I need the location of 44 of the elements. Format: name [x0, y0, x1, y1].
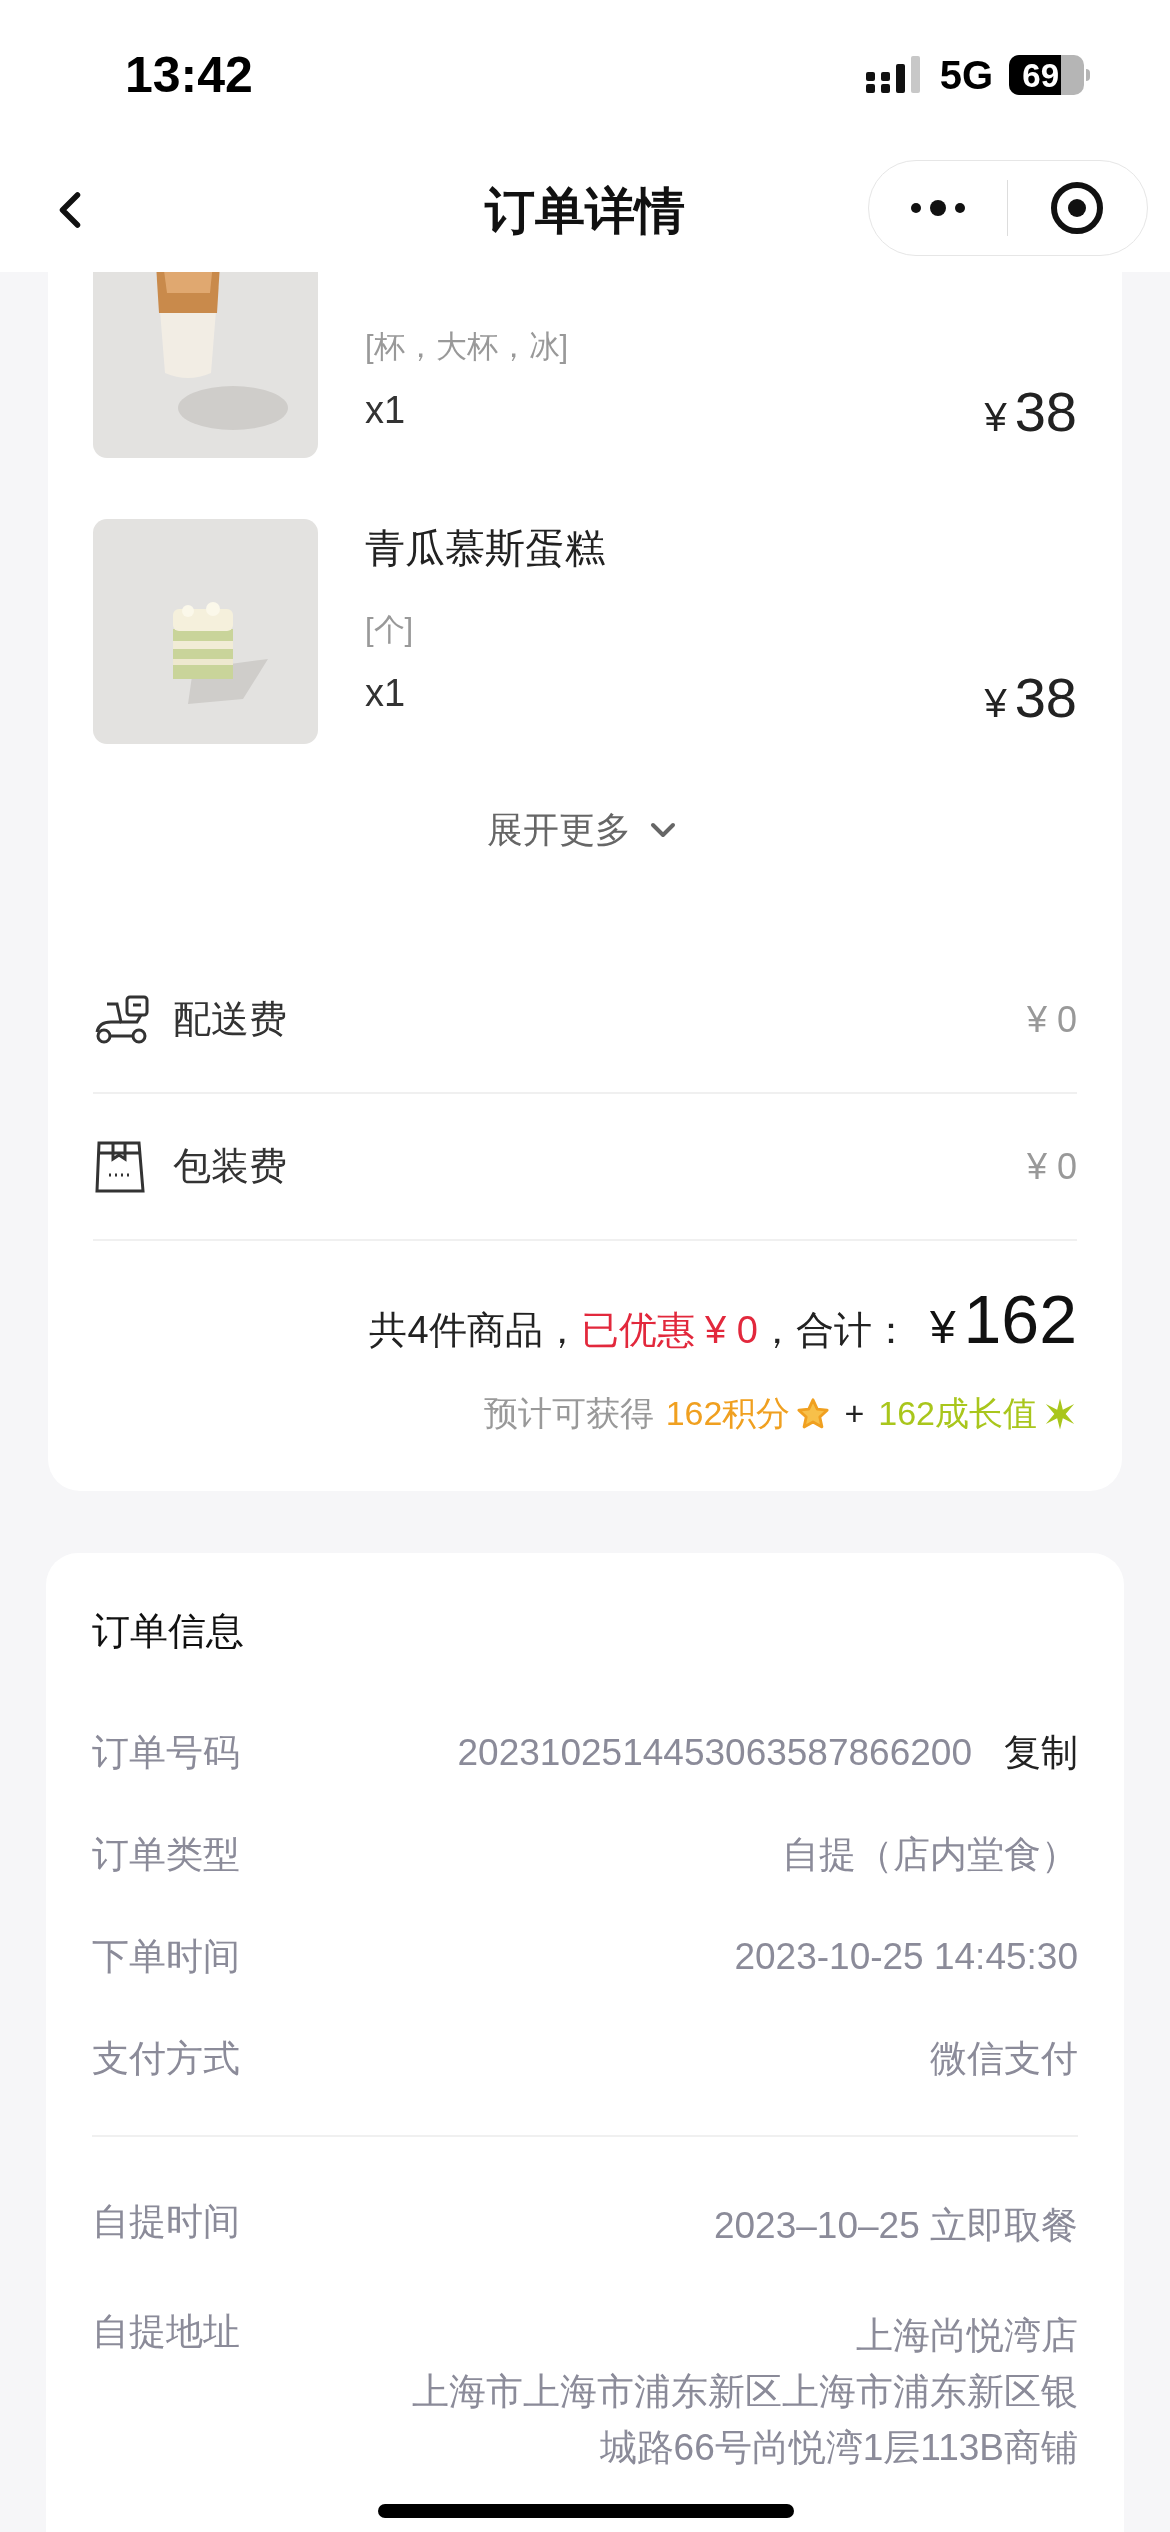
- network-label: 5G: [939, 52, 993, 99]
- product-name: 青瓜慕斯蛋糕: [365, 525, 605, 572]
- product-price: ¥38: [984, 379, 1077, 445]
- copy-button[interactable]: 复制: [1004, 1725, 1078, 1781]
- more-icon: [909, 198, 967, 218]
- product-spec: [个]: [365, 611, 415, 649]
- growth-text: 162成长值: [878, 1393, 1037, 1434]
- star-icon: [796, 1396, 831, 1431]
- rewards-prefix: 预计可获得: [483, 1393, 654, 1434]
- fee-amount: ¥ 0: [1026, 1144, 1077, 1189]
- product-spec: [杯，大杯，冰]: [365, 328, 569, 366]
- info-value: 自提（店内堂食）: [782, 1833, 1078, 1878]
- fee-amount: ¥ 0: [1026, 997, 1077, 1042]
- fee-label: 包装费: [173, 1144, 287, 1189]
- item-count-text: 共4件商品，: [369, 1308, 581, 1353]
- scooter-icon: [93, 993, 151, 1046]
- expand-more-button[interactable]: 展开更多: [487, 806, 683, 854]
- info-value: 2023-10-25 14:45:30: [734, 1935, 1078, 1980]
- discount-text: 已优惠 ¥ 0: [580, 1308, 758, 1353]
- info-label: 自提时间: [92, 2200, 240, 2244]
- info-value: 上海尚悦湾店: [856, 2314, 1078, 2358]
- info-label: 支付方式: [92, 2037, 240, 2082]
- info-value: 微信支付: [930, 2037, 1078, 2082]
- product-price: ¥38: [984, 665, 1077, 731]
- info-value: 2023–10–25 立即取餐: [713, 2204, 1078, 2248]
- product-quantity: x1: [365, 388, 407, 433]
- status-time: 13:42: [125, 45, 253, 105]
- section-title: 订单信息: [92, 1609, 245, 1654]
- info-value: 2023102514453063587866200: [457, 1731, 972, 1776]
- battery-indicator: 69: [1009, 55, 1090, 95]
- points-text: 162积分: [665, 1393, 791, 1434]
- info-value: 上海市上海市浦东新区上海市浦东新区银: [412, 2370, 1078, 2414]
- info-label: 订单号码: [92, 1731, 240, 1776]
- info-value: 城路66号尚悦湾1层113B商铺: [599, 2426, 1078, 2470]
- target-icon: [1050, 181, 1104, 235]
- info-label: 订单类型: [92, 1833, 240, 1878]
- info-label: 下单时间: [92, 1935, 240, 1980]
- product-quantity: x1: [365, 671, 407, 716]
- total-amount: ¥162: [929, 1280, 1077, 1359]
- total-label: ，合计：: [757, 1308, 910, 1353]
- plus-sign: +: [844, 1393, 865, 1434]
- info-label: 自提地址: [92, 2310, 240, 2354]
- page-title: 订单详情: [485, 181, 685, 241]
- fee-label: 配送费: [173, 997, 287, 1042]
